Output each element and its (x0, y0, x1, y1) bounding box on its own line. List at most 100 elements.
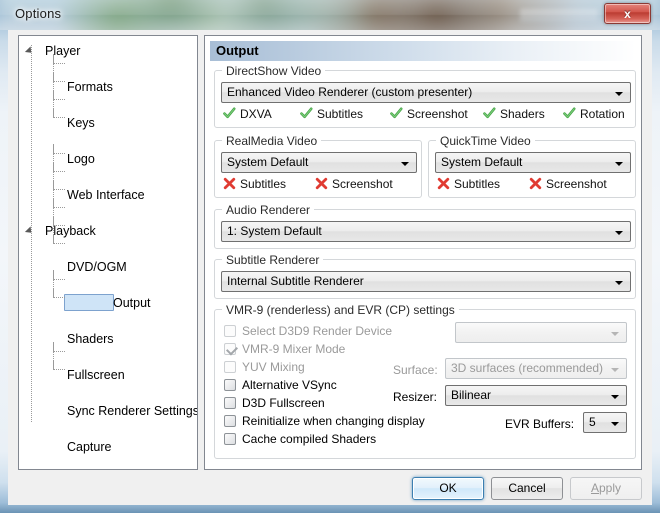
realmedia-subtitles-label: Subtitles (240, 177, 287, 191)
check-icon (563, 107, 576, 123)
audio-renderer-combo[interactable]: 1: System Default (221, 221, 631, 242)
group-realmedia-video: RealMedia Video System Default Subtitles… (214, 134, 422, 198)
expander-icon[interactable] (24, 226, 35, 236)
chevron-down-icon (615, 231, 623, 235)
quicktime-subtitles-status: Subtitles (437, 177, 500, 193)
checkbox-box (224, 343, 239, 356)
sidebar-item-capture[interactable]: Capture (19, 438, 197, 456)
checkbox-box[interactable] (224, 397, 236, 409)
options-dialog: Options x Player Formats Keys Logo Web Inter… (0, 0, 660, 513)
evr-buffers-value: 5 (589, 415, 596, 429)
check-icon (223, 107, 236, 123)
realmedia-renderer-combo[interactable]: System Default (221, 152, 417, 173)
directshow-dxva-status: DXVA (223, 107, 272, 123)
surface-combo[interactable]: 3D surfaces (recommended) (445, 358, 627, 379)
check-icon (225, 343, 239, 356)
checkbox-box[interactable] (224, 379, 236, 391)
group-subtitle-renderer: Subtitle Renderer Internal Subtitle Rend… (214, 253, 636, 299)
sidebar-item-logo[interactable]: Logo (19, 150, 197, 168)
sidebar-item-label: Keys (67, 116, 95, 130)
title-bar: Options x (0, 0, 660, 30)
group-vmr9-evr-settings: VMR-9 (renderless) and EVR (CP) settings… (214, 303, 636, 459)
apply-label-rest: pply (599, 481, 622, 495)
directshow-rotation-label: Rotation (580, 107, 625, 121)
d3d9-device-combo[interactable] (455, 322, 627, 343)
directshow-rotation-status: Rotation (563, 107, 625, 123)
cross-icon (437, 177, 450, 193)
settings-tree[interactable]: Player Formats Keys Logo Web Interface Playba… (18, 35, 198, 470)
realmedia-subtitles-status: Subtitles (223, 177, 286, 193)
sidebar-item-formats[interactable]: Formats (19, 78, 197, 96)
group-quicktime-video: QuickTime Video System Default Subtitles… (428, 134, 636, 198)
sidebar-item-label: Logo (67, 152, 95, 166)
sidebar-item-label: Sync Renderer Settings (67, 404, 198, 418)
cross-icon (223, 177, 236, 193)
settings-page-panel: Output DirectShow Video Enhanced Video R… (204, 35, 642, 470)
sidebar-item-keys[interactable]: Keys (19, 114, 197, 132)
apply-mnemonic: A (590, 481, 599, 495)
chevron-down-icon (611, 332, 619, 336)
quicktime-subtitles-label: Subtitles (454, 177, 501, 191)
group-title-directshow: DirectShow Video (222, 64, 326, 78)
directshow-dxva-label: DXVA (240, 107, 272, 121)
sidebar-item-sync-renderer-settings[interactable]: Sync Renderer Settings (19, 402, 197, 420)
sidebar-item-player[interactable]: Player (19, 42, 197, 60)
cross-icon (529, 177, 542, 193)
directshow-renderer-combo[interactable]: Enhanced Video Renderer (custom presente… (221, 82, 631, 103)
subtitle-renderer-combo[interactable]: Internal Subtitle Renderer (221, 271, 631, 292)
group-title-subtitle-renderer: Subtitle Renderer (222, 253, 324, 267)
quicktime-renderer-combo[interactable]: System Default (435, 152, 631, 173)
sidebar-item-output[interactable]: Output (19, 294, 197, 312)
sidebar-item-shaders[interactable]: Shaders (19, 330, 197, 348)
sidebar-item-fullscreen[interactable]: Fullscreen (19, 366, 197, 384)
surface-value: 3D surfaces (recommended) (451, 361, 604, 375)
checkbox-label: Reinitialize when changing display (242, 414, 425, 428)
resizer-combo[interactable]: Bilinear (445, 385, 627, 406)
checkbox-label: VMR-9 Mixer Mode (242, 342, 346, 356)
checkbox-box (224, 361, 236, 373)
realmedia-renderer-value: System Default (227, 155, 309, 169)
checkbox-label: YUV Mixing (242, 360, 305, 374)
sidebar-item-web-interface[interactable]: Web Interface (19, 186, 197, 204)
chevron-down-icon (615, 162, 623, 166)
sidebar-item-playback[interactable]: Playback (19, 222, 197, 240)
group-title-vmr9: VMR-9 (renderless) and EVR (CP) settings (222, 303, 459, 317)
checkbox-label: Select D3D9 Render Device (242, 324, 393, 338)
check-icon (483, 107, 496, 123)
apply-button: Apply (570, 477, 642, 500)
chevron-down-icon (611, 368, 619, 372)
group-title-audio-renderer: Audio Renderer (222, 203, 315, 217)
close-button[interactable]: x (604, 3, 651, 24)
subtitle-renderer-value: Internal Subtitle Renderer (227, 274, 364, 288)
ok-button[interactable]: OK (412, 477, 484, 500)
dialog-client-area: Player Formats Keys Logo Web Interface Playba… (8, 30, 652, 505)
evr-buffers-label: EVR Buffers: (505, 417, 575, 431)
evr-buffers-combo[interactable]: 5 (583, 412, 627, 433)
chevron-down-icon (615, 281, 623, 285)
directshow-subtitles-label: Subtitles (317, 107, 364, 121)
chevron-down-icon (615, 92, 623, 96)
sidebar-item-dvd-ogm[interactable]: DVD/OGM (19, 258, 197, 276)
check-icon (390, 107, 403, 123)
sidebar-item-label: Shaders (67, 332, 114, 346)
group-audio-renderer: Audio Renderer 1: System Default (214, 203, 636, 249)
sidebar-item-label: Formats (67, 80, 113, 94)
checkbox-box[interactable] (224, 415, 236, 427)
sidebar-item-label: Capture (67, 440, 112, 454)
directshow-shaders-label: Shaders (500, 107, 545, 121)
sidebar-item-label: Web Interface (67, 188, 145, 202)
realmedia-screenshot-label: Screenshot (332, 177, 393, 191)
checkbox-box[interactable] (224, 433, 236, 445)
group-directshow-video: DirectShow Video Enhanced Video Renderer… (214, 64, 636, 128)
chevron-down-icon (611, 395, 619, 399)
quicktime-renderer-value: System Default (441, 155, 523, 169)
group-title-quicktime: QuickTime Video (436, 134, 535, 148)
page-title: Output (210, 41, 636, 61)
cancel-button[interactable]: Cancel (491, 477, 563, 500)
checkbox-label: D3D Fullscreen (242, 396, 325, 410)
expander-icon[interactable] (24, 46, 35, 56)
cross-icon (315, 177, 328, 193)
quicktime-screenshot-status: Screenshot (529, 177, 607, 193)
window-title: Options (15, 6, 62, 21)
sidebar-item-label: Fullscreen (67, 368, 125, 382)
